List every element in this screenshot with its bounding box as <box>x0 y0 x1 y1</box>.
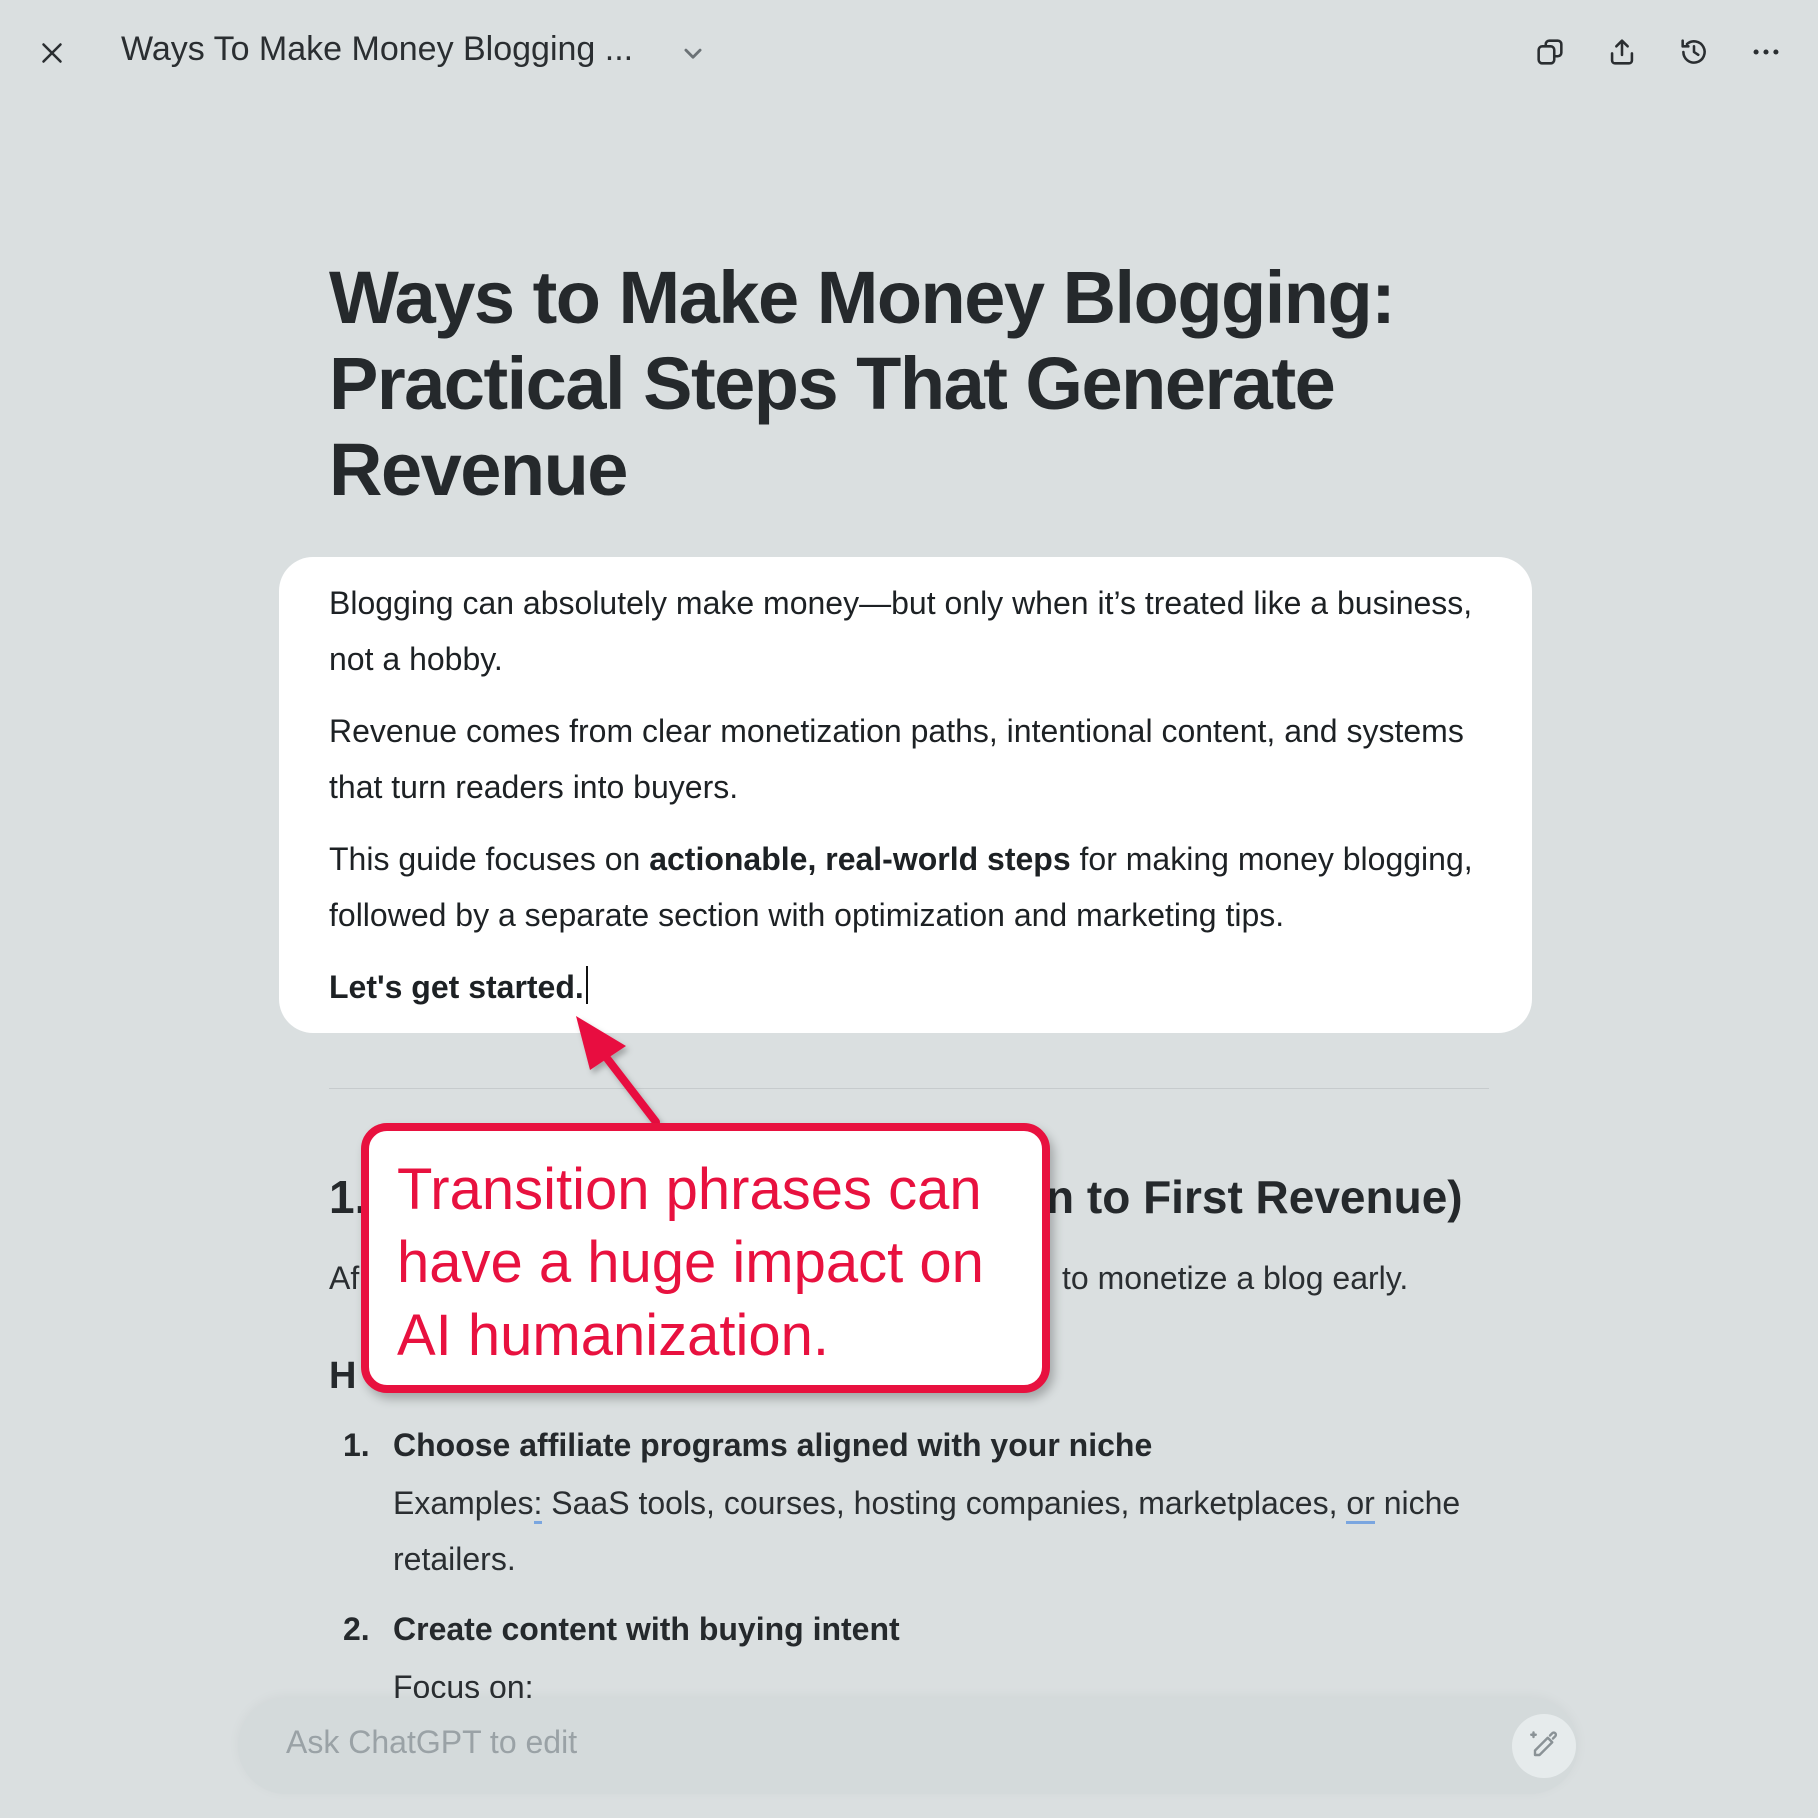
list-item-1-body: Examples: SaaS tools, courses, hosting c… <box>393 1485 1461 1577</box>
list-number-1: 1. <box>343 1427 370 1463</box>
document-heading: Ways to Make Money Blogging: Practical S… <box>329 256 1396 511</box>
history-icon[interactable] <box>1666 24 1722 80</box>
more-icon[interactable] <box>1738 24 1794 80</box>
section-body-end: to monetize a blog early. <box>1062 1260 1409 1296</box>
close-icon[interactable] <box>24 25 80 81</box>
section-body-start: Af <box>329 1260 360 1296</box>
chevron-down-icon[interactable] <box>676 36 710 70</box>
share-icon[interactable] <box>1594 24 1650 80</box>
top-bar: Ways To Make Money Blogging ... <box>0 0 1818 106</box>
pencil-sparkle-icon[interactable] <box>1512 1714 1576 1778</box>
intro-paragraph-4: Let's get started. <box>329 959 1509 1015</box>
list-item-2-title: Create content with buying intent <box>393 1611 900 1647</box>
subheading-start: H <box>329 1355 357 1397</box>
annotation-text: Transition phrases can have a huge impac… <box>397 1157 984 1368</box>
intro-paragraph-2: Revenue comes from clear monetization pa… <box>329 713 1464 805</box>
bold-phrase: actionable, real-world steps <box>649 841 1071 877</box>
annotation-callout: Transition phrases can have a huge impac… <box>361 1123 1050 1393</box>
document-title-tab[interactable]: Ways To Make Money Blogging ... <box>121 30 633 69</box>
ask-chatgpt-input[interactable] <box>286 1724 1386 1761</box>
copy-icon[interactable] <box>1522 24 1578 80</box>
intro-paragraph-1: Blogging can absolutely make money—but o… <box>329 585 1473 677</box>
edit-composer <box>238 1698 1578 1794</box>
list-number-2: 2. <box>343 1611 370 1647</box>
section-divider <box>329 1088 1489 1089</box>
intro-paragraph-3: This guide focuses on actionable, real-w… <box>329 841 1473 933</box>
list-item-1-title: Choose affiliate programs aligned with y… <box>393 1427 1153 1463</box>
section-heading-end: n to First Revenue) <box>1046 1171 1463 1223</box>
text-caret <box>585 966 588 1004</box>
